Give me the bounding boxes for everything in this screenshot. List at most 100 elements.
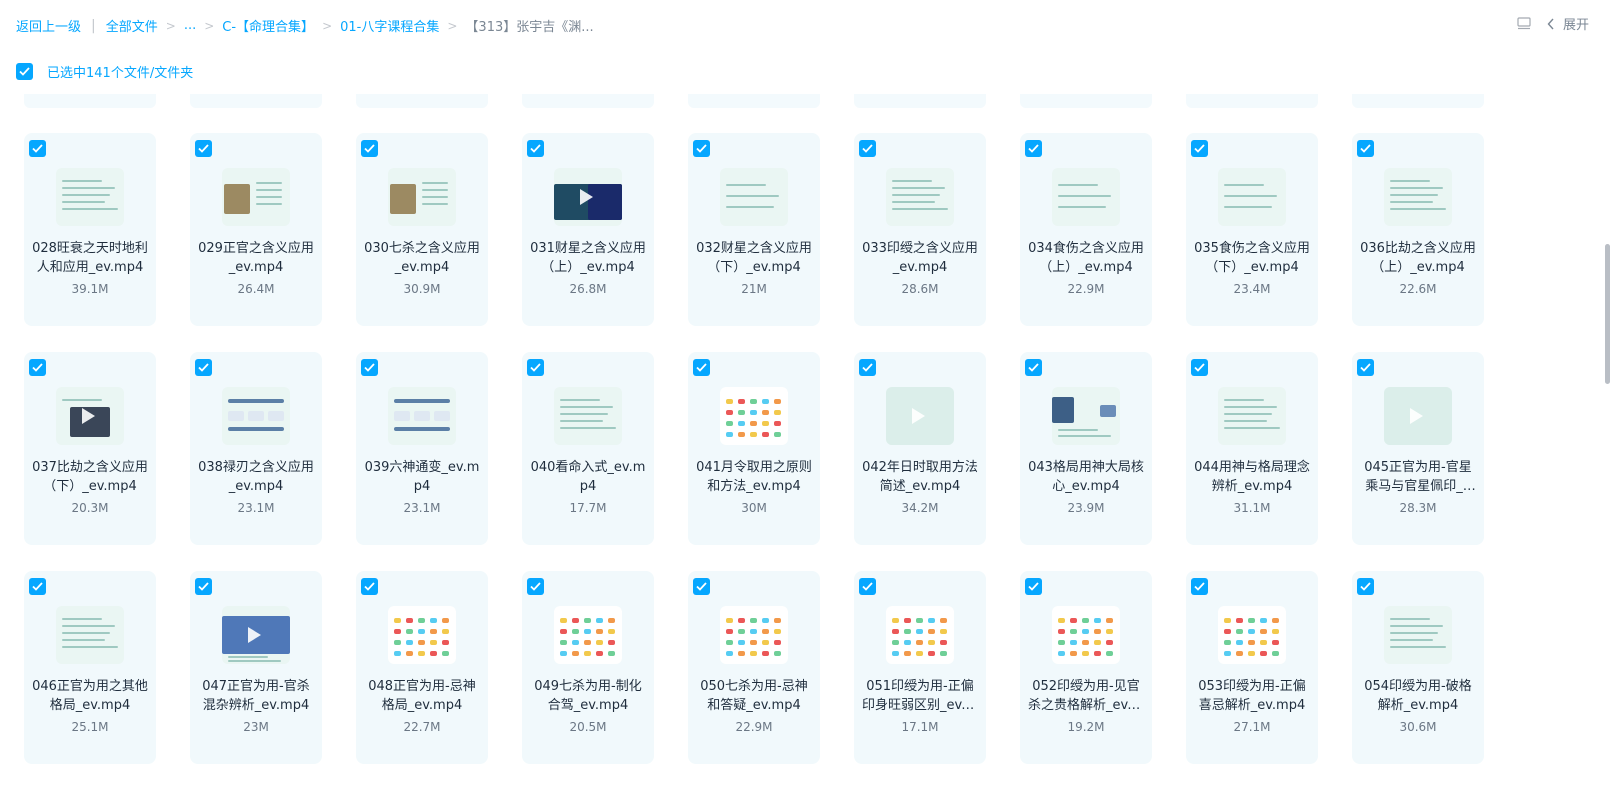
video-thumbnail[interactable] [388, 606, 456, 664]
file-card[interactable]: 054印绶为用-破格解析_ev.mp4 30.6M [1352, 571, 1484, 764]
file-card-partial[interactable] [356, 94, 488, 108]
breadcrumb-level2[interactable]: 01-八字课程合集 [340, 16, 439, 35]
file-card[interactable]: 028旺衰之天时地利人和应用_ev.mp4 39.1M [24, 133, 156, 326]
video-thumbnail[interactable] [1052, 168, 1120, 226]
file-checkbox[interactable] [1025, 140, 1042, 157]
file-card[interactable]: 042年日时取用方法简述_ev.mp4 34.2M [854, 352, 986, 545]
file-card-partial[interactable] [522, 94, 654, 108]
file-checkbox[interactable] [859, 578, 876, 595]
video-thumbnail[interactable] [886, 606, 954, 664]
video-thumbnail[interactable] [886, 387, 954, 445]
file-card[interactable]: 035食伤之含义应用（下）_ev.mp4 23.4M [1186, 133, 1318, 326]
file-card[interactable]: 052印绶为用-见官杀之贵格解析_ev.mp4 19.2M [1020, 571, 1152, 764]
file-card[interactable]: 043格局用神大局核心_ev.mp4 23.9M [1020, 352, 1152, 545]
file-checkbox[interactable] [1191, 359, 1208, 376]
video-thumbnail[interactable] [1384, 606, 1452, 664]
file-card[interactable]: 050七杀为用-忌神和答疑_ev.mp4 22.9M [688, 571, 820, 764]
file-card-partial[interactable] [688, 94, 820, 108]
file-card[interactable]: 046正官为用之其他格局_ev.mp4 25.1M [24, 571, 156, 764]
video-thumbnail[interactable] [56, 387, 124, 445]
file-card[interactable]: 039六神通变_ev.mp4 23.1M [356, 352, 488, 545]
file-card-partial[interactable] [854, 94, 986, 108]
top-bar: 返回上一级 | 全部文件 > ... > C-【命理合集】 > 01-八字课程合… [0, 0, 1613, 50]
file-checkbox[interactable] [693, 140, 710, 157]
file-card[interactable]: 044用神与格局理念辨析_ev.mp4 31.1M [1186, 352, 1318, 545]
file-checkbox[interactable] [195, 140, 212, 157]
file-card[interactable]: 032财星之含义应用（下）_ev.mp4 21M [688, 133, 820, 326]
video-thumbnail[interactable] [222, 168, 290, 226]
file-card-partial[interactable] [24, 94, 156, 108]
video-thumbnail[interactable] [1218, 387, 1286, 445]
video-thumbnail[interactable] [1218, 168, 1286, 226]
file-checkbox[interactable] [859, 359, 876, 376]
file-card-partial[interactable] [1186, 94, 1318, 108]
video-thumbnail[interactable] [554, 168, 622, 226]
file-card[interactable]: 030七杀之含义应用_ev.mp4 30.9M [356, 133, 488, 326]
file-card[interactable]: 048正官为用-忌神格局_ev.mp4 22.7M [356, 571, 488, 764]
file-card[interactable]: 036比劫之含义应用（上）_ev.mp4 22.6M [1352, 133, 1484, 326]
file-card-partial[interactable] [1020, 94, 1152, 108]
file-card[interactable]: 031财星之含义应用（上）_ev.mp4 26.8M [522, 133, 654, 326]
file-card[interactable]: 041月令取用之原则和方法_ev.mp4 30M [688, 352, 820, 545]
video-thumbnail[interactable] [554, 387, 622, 445]
file-card[interactable]: 038禄刃之含义应用_ev.mp4 23.1M [190, 352, 322, 545]
file-card[interactable]: 053印绶为用-正偏喜忌解析_ev.mp4 27.1M [1186, 571, 1318, 764]
file-checkbox[interactable] [1357, 578, 1374, 595]
file-card-partial[interactable] [190, 94, 322, 108]
file-card[interactable]: 029正官之含义应用_ev.mp4 26.4M [190, 133, 322, 326]
video-thumbnail[interactable] [56, 168, 124, 226]
breadcrumb-all-files[interactable]: 全部文件 [106, 16, 158, 35]
file-checkbox[interactable] [1357, 359, 1374, 376]
video-thumbnail[interactable] [222, 606, 290, 664]
file-checkbox[interactable] [361, 578, 378, 595]
file-checkbox[interactable] [195, 359, 212, 376]
file-card[interactable]: 033印绶之含义应用_ev.mp4 28.6M [854, 133, 986, 326]
file-card[interactable]: 037比劫之含义应用（下）_ev.mp4 20.3M [24, 352, 156, 545]
file-card[interactable]: 049七杀为用-制化合驾_ev.mp4 20.5M [522, 571, 654, 764]
video-thumbnail[interactable] [388, 168, 456, 226]
file-checkbox[interactable] [29, 140, 46, 157]
file-checkbox[interactable] [29, 359, 46, 376]
file-checkbox[interactable] [693, 578, 710, 595]
breadcrumb-ellipsis[interactable]: ... [184, 18, 196, 33]
back-link[interactable]: 返回上一级 [16, 16, 81, 35]
file-card[interactable]: 047正官为用-官杀混杂辨析_ev.mp4 23M [190, 571, 322, 764]
file-checkbox[interactable] [527, 140, 544, 157]
file-card[interactable]: 040看命入式_ev.mp4 17.7M [522, 352, 654, 545]
file-checkbox[interactable] [361, 140, 378, 157]
video-thumbnail[interactable] [720, 168, 788, 226]
video-thumbnail[interactable] [554, 606, 622, 664]
file-checkbox[interactable] [361, 359, 378, 376]
file-checkbox[interactable] [1191, 140, 1208, 157]
file-checkbox[interactable] [1357, 140, 1374, 157]
select-all-checkbox[interactable] [16, 63, 33, 80]
video-thumbnail[interactable] [720, 387, 788, 445]
file-checkbox[interactable] [1191, 578, 1208, 595]
video-thumbnail[interactable] [222, 387, 290, 445]
video-thumbnail[interactable] [1384, 168, 1452, 226]
video-thumbnail[interactable] [1218, 606, 1286, 664]
vertical-scrollbar[interactable] [1605, 244, 1610, 384]
file-card[interactable]: 045正官为用-官星乘马与官星佩印_ev.mp4 28.3M [1352, 352, 1484, 545]
file-checkbox[interactable] [527, 578, 544, 595]
video-thumbnail[interactable] [388, 387, 456, 445]
file-checkbox[interactable] [195, 578, 212, 595]
video-thumbnail[interactable] [1052, 606, 1120, 664]
file-card[interactable]: 051印绶为用-正偏印身旺弱区别_ev.mp4 17.1M [854, 571, 986, 764]
video-thumbnail[interactable] [1384, 387, 1452, 445]
file-checkbox[interactable] [1025, 578, 1042, 595]
file-card-partial[interactable] [1352, 94, 1484, 108]
file-card[interactable]: 034食伤之含义应用（上）_ev.mp4 22.9M [1020, 133, 1152, 326]
list-view-icon[interactable] [1517, 16, 1531, 31]
file-checkbox[interactable] [1025, 359, 1042, 376]
file-checkbox[interactable] [29, 578, 46, 595]
file-checkbox[interactable] [693, 359, 710, 376]
breadcrumb-level1[interactable]: C-【命理合集】 [222, 16, 314, 35]
video-thumbnail[interactable] [56, 606, 124, 664]
file-checkbox[interactable] [859, 140, 876, 157]
video-thumbnail[interactable] [720, 606, 788, 664]
video-thumbnail[interactable] [886, 168, 954, 226]
file-checkbox[interactable] [527, 359, 544, 376]
video-thumbnail[interactable] [1052, 387, 1120, 445]
expand-button[interactable]: 展开 [1547, 14, 1589, 33]
